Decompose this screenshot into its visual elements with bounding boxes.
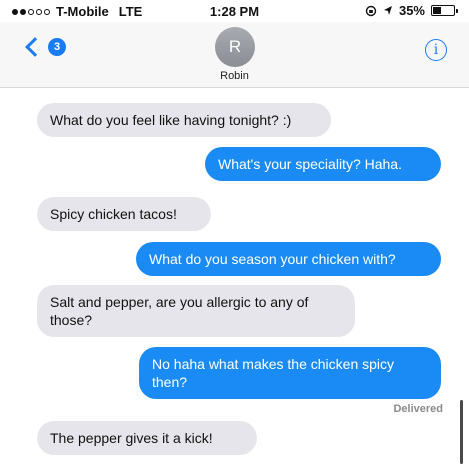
unread-count-badge: 3 [48, 38, 66, 56]
battery-percent: 35% [398, 3, 425, 18]
message-bubble-outgoing[interactable]: What's your speciality? Haha. [205, 147, 441, 181]
messages-screen: T-Mobile LTE 1:28 PM 35% 3 R Robin i Wha… [0, 0, 469, 474]
message-bubble-incoming[interactable]: Spicy chicken tacos! [37, 197, 211, 231]
battery-icon [431, 5, 458, 16]
message-bubble-outgoing[interactable]: No haha what makes the chicken spicy the… [139, 347, 441, 399]
scrollbar[interactable] [460, 400, 463, 464]
contact-avatar[interactable]: R [215, 27, 255, 67]
back-button[interactable]: 3 [25, 37, 66, 57]
message-bubble-incoming[interactable]: The pepper gives it a kick! [37, 421, 257, 455]
conversation-header: 3 R Robin i [0, 22, 469, 88]
info-icon[interactable]: i [425, 39, 447, 61]
lock-rotation-icon [365, 5, 377, 16]
chevron-left-icon [25, 37, 45, 57]
message-bubble-incoming[interactable]: Salt and pepper, are you allergic to any… [37, 285, 355, 337]
delivered-status: Delivered [393, 403, 443, 415]
message-bubble-outgoing[interactable]: What do you season your chicken with? [136, 242, 441, 276]
message-bubble-incoming[interactable]: What do you feel like having tonight? :) [37, 103, 331, 137]
contact-name[interactable]: Robin [0, 70, 469, 82]
location-arrow-icon [383, 6, 392, 15]
status-right: 35% [365, 3, 458, 18]
status-bar: T-Mobile LTE 1:28 PM 35% [0, 0, 469, 22]
